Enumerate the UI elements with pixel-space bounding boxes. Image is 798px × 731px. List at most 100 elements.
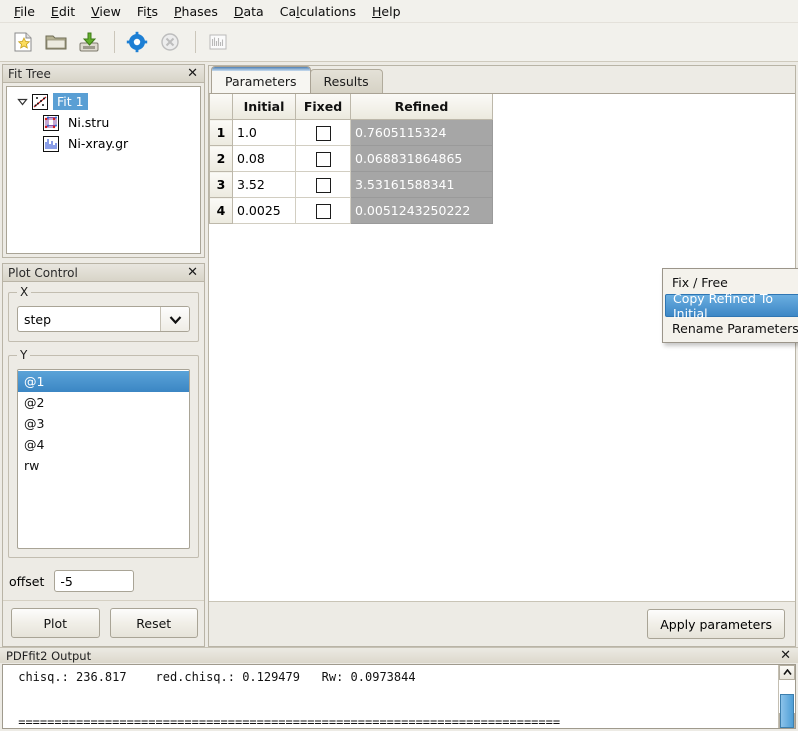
main-body: Fit Tree ✕ Fit 1 Ni.stru Ni-xray.gr Plot… <box>0 62 798 647</box>
plot-control-body: X step Y @1 @2 @3 @4 rw offset -5 Plot R… <box>2 281 205 647</box>
tree-item-dataset-label: Ni-xray.gr <box>68 136 129 151</box>
y-list-item-1[interactable]: @1 <box>18 371 189 392</box>
stop-icon <box>155 27 185 57</box>
close-icon[interactable]: ✕ <box>185 67 200 80</box>
table-header-row: Initial Fixed Refined <box>209 94 493 120</box>
table-row[interactable]: 1 1.0 0.7605115324 <box>209 119 493 146</box>
menu-fits[interactable]: Fits <box>129 2 166 21</box>
y-list-item-5[interactable]: rw <box>18 455 189 476</box>
chevron-down-icon[interactable] <box>15 95 29 109</box>
column-header-fixed[interactable]: Fixed <box>295 94 351 120</box>
row-header-3[interactable]: 3 <box>209 171 233 198</box>
column-header-initial[interactable]: Initial <box>232 94 296 120</box>
toolbar <box>0 23 798 62</box>
context-menu-item-rename-parameters[interactable]: Rename Parameters <box>663 317 798 340</box>
cell-initial-3[interactable]: 3.52 <box>232 171 296 198</box>
cell-refined-3[interactable]: 3.53161588341 <box>350 171 493 198</box>
fit-tree-body: Fit 1 Ni.stru Ni-xray.gr <box>2 82 205 258</box>
plot-control-title: Plot Control <box>8 265 78 280</box>
plot-control-titlebar: Plot Control ✕ <box>2 263 205 281</box>
cell-refined-2[interactable]: 0.068831864865 <box>350 145 493 172</box>
cell-fixed-4[interactable] <box>295 197 351 224</box>
close-icon[interactable]: ✕ <box>778 649 793 662</box>
row-header-4[interactable]: 4 <box>209 197 233 224</box>
plot-control-buttons: Plot Reset <box>3 600 204 646</box>
fit-tree-title: Fit Tree <box>8 66 51 81</box>
tab-parameters-label: Parameters <box>225 73 297 89</box>
cell-fixed-2[interactable] <box>295 145 351 172</box>
context-menu-item-copy-refined-to-initial[interactable]: Copy Refined To Initial <box>665 291 798 321</box>
scroll-up-icon[interactable] <box>779 665 795 681</box>
x-axis-selected-value: step <box>24 311 52 327</box>
cell-refined-1[interactable]: 0.7605115324 <box>350 119 493 146</box>
apply-parameters-button[interactable]: Apply parameters <box>647 609 785 639</box>
chevron-down-icon[interactable] <box>160 307 189 331</box>
fixed-checkbox-4[interactable] <box>315 203 331 219</box>
parameters-tab-pane: Initial Fixed Refined 1 1.0 0.7605115324 <box>209 93 798 601</box>
parameters-context-menu: Fix / Free Copy Refined To Initial Renam… <box>662 268 798 343</box>
fit-tree-titlebar: Fit Tree ✕ <box>2 64 205 82</box>
fixed-checkbox-2[interactable] <box>315 151 331 167</box>
fit-tree-view[interactable]: Fit 1 Ni.stru Ni-xray.gr <box>6 86 201 254</box>
tab-results[interactable]: Results <box>309 69 383 93</box>
parameters-table[interactable]: Initial Fixed Refined 1 1.0 0.7605115324 <box>209 94 493 224</box>
y-list-item-2[interactable]: @2 <box>18 392 189 413</box>
run-fit-gear-icon[interactable] <box>122 27 152 57</box>
y-axis-group-label: Y <box>20 348 28 362</box>
plot-control-panel: Plot Control ✕ X step Y @1 @2 @3 @4 rw o… <box>2 263 205 647</box>
apply-bar: Apply parameters <box>209 601 795 646</box>
y-axis-group: Y @1 @2 @3 @4 rw <box>8 348 199 558</box>
open-folder-icon[interactable] <box>41 27 71 57</box>
tree-item-fit1[interactable]: Fit 1 <box>7 91 200 112</box>
table-row[interactable]: 3 3.52 3.53161588341 <box>209 171 493 198</box>
toolbar-separator <box>195 31 196 53</box>
fixed-checkbox-3[interactable] <box>315 177 331 193</box>
left-panel-column: Fit Tree ✕ Fit 1 Ni.stru Ni-xray.gr Plot… <box>2 64 205 647</box>
application-window: File Edit View Fits Phases Data Calculat… <box>0 0 798 731</box>
offset-input[interactable]: -5 <box>54 570 135 592</box>
menu-phases[interactable]: Phases <box>166 2 226 21</box>
output-log-text: chisq.: 236.817 red.chisq.: 0.129479 Rw:… <box>18 670 561 728</box>
cell-fixed-3[interactable] <box>295 171 351 198</box>
scrollbar-thumb[interactable] <box>780 694 794 729</box>
row-header-2[interactable]: 2 <box>209 145 233 172</box>
row-header-1[interactable]: 1 <box>209 119 233 146</box>
x-axis-group: X step <box>8 285 199 342</box>
tab-parameters[interactable]: Parameters <box>211 66 311 93</box>
tab-results-label: Results <box>323 74 369 89</box>
plot-control-inner: X step Y @1 @2 @3 @4 rw <box>3 282 204 564</box>
output-panel-titlebar: PDFfit2 Output ✕ <box>0 647 798 664</box>
tree-item-dataset[interactable]: Ni-xray.gr <box>7 133 200 154</box>
dataset-icon <box>43 135 59 152</box>
fit-tree-panel: Fit Tree ✕ Fit 1 Ni.stru Ni-xray.gr <box>2 64 205 258</box>
reset-button[interactable]: Reset <box>109 608 198 638</box>
menu-calculations[interactable]: Calculations <box>272 2 364 21</box>
y-list-item-3[interactable]: @3 <box>18 413 189 434</box>
fixed-checkbox-1[interactable] <box>315 125 331 141</box>
tree-item-structure[interactable]: Ni.stru <box>7 112 200 133</box>
menu-edit[interactable]: Edit <box>43 2 83 21</box>
cell-refined-4[interactable]: 0.0051243250222 <box>350 197 493 224</box>
table-row[interactable]: 2 0.08 0.068831864865 <box>209 145 493 172</box>
cell-initial-1[interactable]: 1.0 <box>232 119 296 146</box>
menu-view[interactable]: View <box>83 2 129 21</box>
close-icon[interactable]: ✕ <box>185 266 200 279</box>
cell-initial-2[interactable]: 0.08 <box>232 145 296 172</box>
toolbar-separator <box>114 31 115 53</box>
x-axis-select[interactable]: step <box>17 306 190 332</box>
scrollbar-track[interactable] <box>779 680 795 729</box>
menu-data[interactable]: Data <box>226 2 272 21</box>
new-fit-icon[interactable] <box>8 27 38 57</box>
plot-button[interactable]: Plot <box>11 608 100 638</box>
y-axis-list[interactable]: @1 @2 @3 @4 rw <box>17 369 190 549</box>
save-icon[interactable] <box>74 27 104 57</box>
cell-fixed-1[interactable] <box>295 119 351 146</box>
cell-initial-4[interactable]: 0.0025 <box>232 197 296 224</box>
table-row[interactable]: 4 0.0025 0.0051243250222 <box>209 197 493 224</box>
y-list-item-4[interactable]: @4 <box>18 434 189 455</box>
output-scrollbar[interactable] <box>778 665 795 729</box>
right-panel-column: Parameters Results Initial Fixed Refined <box>208 65 798 647</box>
menu-file[interactable]: File <box>6 2 43 21</box>
menu-help[interactable]: Help <box>364 2 409 21</box>
column-header-refined[interactable]: Refined <box>350 94 493 120</box>
